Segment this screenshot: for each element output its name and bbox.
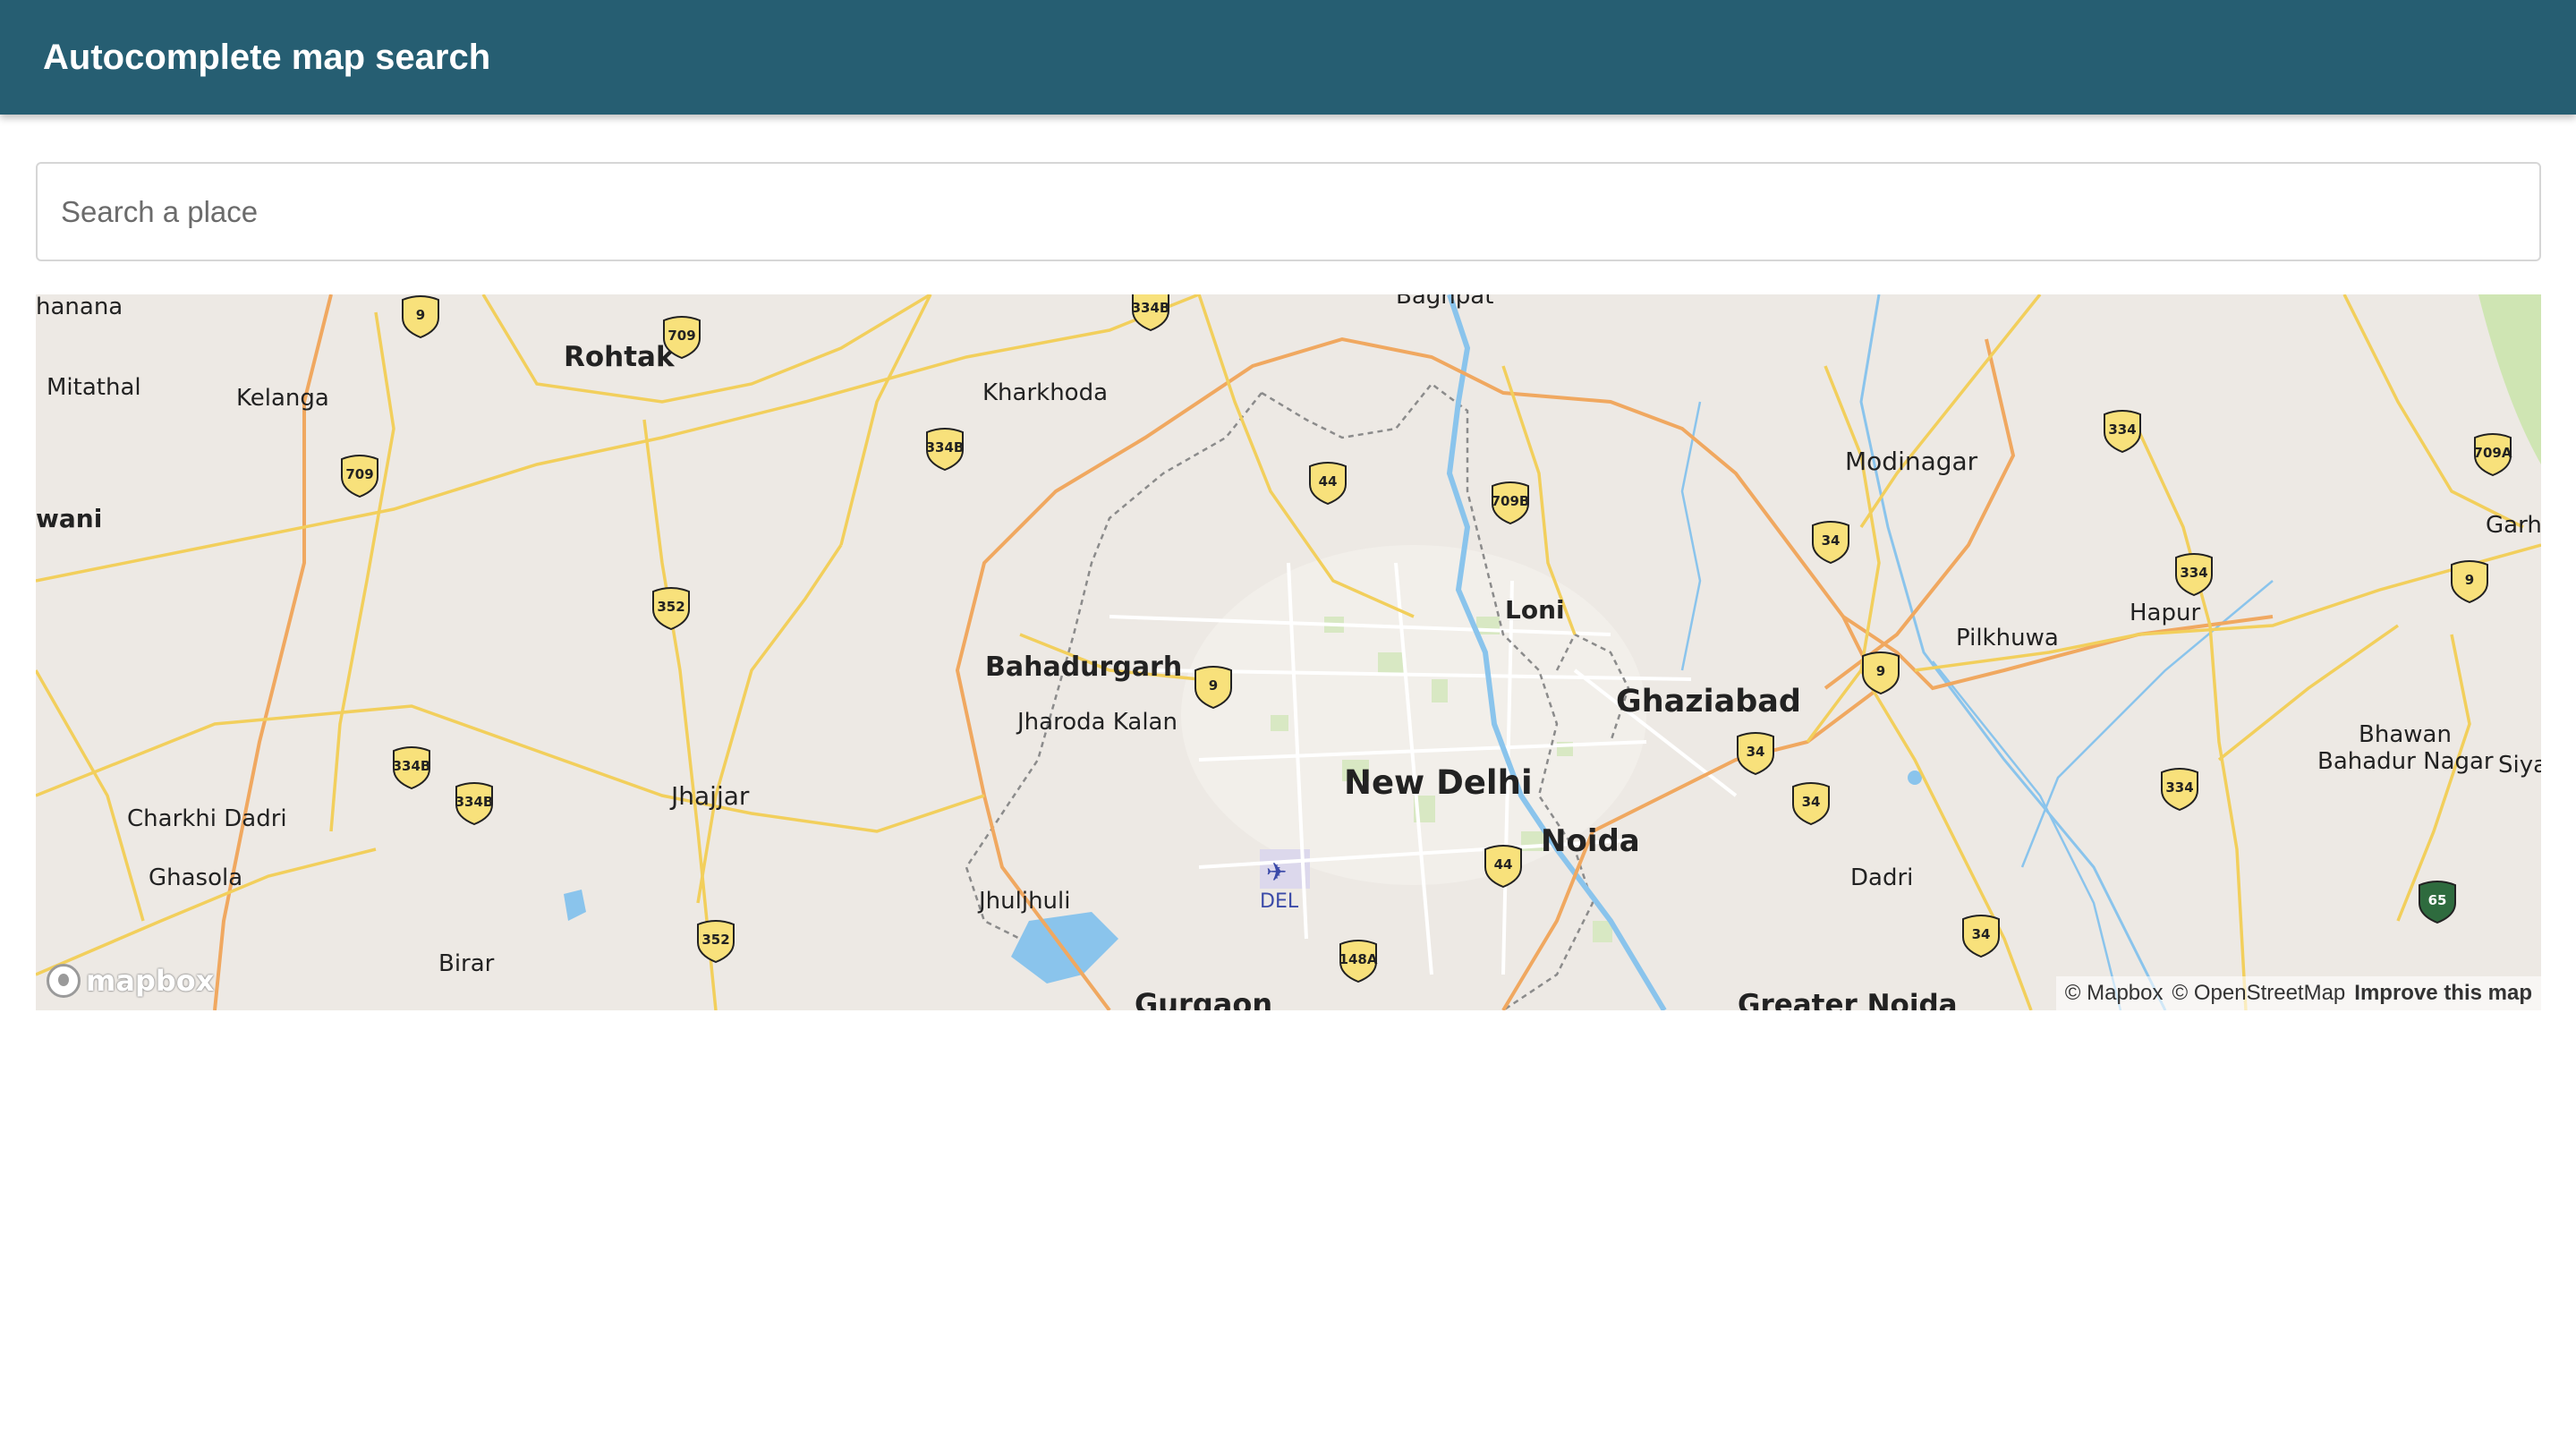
svg-text:148A: 148A bbox=[1339, 951, 1378, 967]
map-label-wani: wani bbox=[36, 504, 102, 533]
map-label-new-delhi: New Delhi bbox=[1344, 763, 1533, 802]
map-label-pilkhuwa: Pilkhuwa bbox=[1956, 625, 2059, 651]
map-label-bahadurgarh: Bahadurgarh bbox=[985, 651, 1182, 683]
svg-text:334B: 334B bbox=[455, 794, 494, 810]
map-label-ghasola: Ghasola bbox=[149, 864, 242, 891]
map-label-bahadur-nagar: Bahadur Nagar bbox=[2317, 748, 2494, 775]
map-label-rohtak: Rohtak bbox=[564, 341, 676, 373]
svg-text:334B: 334B bbox=[1132, 300, 1170, 316]
map-label-dadri: Dadri bbox=[1850, 864, 1913, 891]
map-label-charkhi-dadri: Charkhi Dadri bbox=[127, 805, 287, 832]
map-label-hapur: Hapur bbox=[2130, 600, 2200, 626]
attribution-osm-link[interactable]: © OpenStreetMap bbox=[2172, 981, 2346, 1006]
map-label-jharoda-kalan: Jharoda Kalan bbox=[1016, 709, 1177, 736]
map-label-gurgaon: Gurgaon bbox=[1135, 987, 1272, 1010]
svg-text:9: 9 bbox=[416, 307, 425, 323]
svg-text:34: 34 bbox=[1972, 926, 1991, 942]
svg-text:334: 334 bbox=[2180, 565, 2207, 581]
map-label-kelanga: Kelanga bbox=[236, 385, 329, 412]
search-container bbox=[36, 162, 2541, 261]
map-label-mitathal: Mitathal bbox=[47, 374, 141, 401]
svg-text:34: 34 bbox=[1747, 744, 1765, 760]
svg-text:9: 9 bbox=[1876, 663, 1885, 679]
svg-text:709A: 709A bbox=[2474, 445, 2512, 461]
map-attribution: © Mapbox © OpenStreetMap Improve this ma… bbox=[2055, 976, 2541, 1010]
svg-text:34: 34 bbox=[1802, 794, 1821, 810]
svg-text:34: 34 bbox=[1822, 532, 1841, 549]
svg-text:334B: 334B bbox=[393, 758, 431, 774]
airport-icon: ✈ bbox=[1266, 857, 1287, 887]
map-label-siya: Siya bbox=[2498, 752, 2541, 779]
map-label-loni: Loni bbox=[1505, 595, 1565, 625]
map-label-greater-noida: Greater Noida bbox=[1738, 989, 1958, 1010]
attribution-mapbox-link[interactable]: © Mapbox bbox=[2065, 981, 2164, 1006]
map-canvas[interactable]: hanana Mitathal Kelanga wani Rohtak Khar… bbox=[36, 294, 2541, 1010]
improve-map-link[interactable]: Improve this map bbox=[2354, 981, 2532, 1006]
svg-text:334B: 334B bbox=[926, 439, 965, 456]
svg-text:709: 709 bbox=[667, 328, 695, 344]
app-title: Autocomplete map search bbox=[43, 37, 491, 77]
svg-text:44: 44 bbox=[1494, 856, 1513, 873]
map-label-ghaziabad: Ghaziabad bbox=[1616, 684, 1801, 719]
svg-text:9: 9 bbox=[2465, 572, 2474, 588]
svg-text:334: 334 bbox=[2108, 421, 2136, 438]
search-input[interactable] bbox=[36, 162, 2541, 261]
map-label-jhuljhuli: Jhuljhuli bbox=[977, 888, 1070, 915]
svg-text:9: 9 bbox=[1209, 677, 1218, 694]
mapbox-logo[interactable]: mapbox bbox=[47, 964, 214, 998]
map-label-kharkhoda: Kharkhoda bbox=[982, 379, 1108, 406]
svg-text:334: 334 bbox=[2165, 779, 2193, 796]
map-label-jhajjar: Jhajjar bbox=[669, 781, 750, 811]
svg-text:65: 65 bbox=[2428, 892, 2447, 908]
mapbox-logo-icon bbox=[47, 964, 81, 998]
map-label-noida: Noida bbox=[1541, 823, 1640, 859]
map-label-garhm: Garhm bbox=[2486, 512, 2541, 539]
svg-text:709B: 709B bbox=[1492, 493, 1530, 509]
map-label-birar: Birar bbox=[438, 950, 495, 977]
mapbox-logo-text: mapbox bbox=[86, 964, 215, 998]
svg-text:352: 352 bbox=[701, 932, 729, 948]
map-label-bhawan: Bhawan bbox=[2359, 721, 2452, 748]
map[interactable]: hanana Mitathal Kelanga wani Rohtak Khar… bbox=[36, 294, 2541, 1010]
map-label-baghpat: Baghpat bbox=[1396, 294, 1493, 310]
svg-text:709: 709 bbox=[345, 466, 373, 482]
svg-text:352: 352 bbox=[657, 599, 684, 615]
map-label-modinagar: Modinagar bbox=[1845, 447, 1978, 476]
svg-text:44: 44 bbox=[1319, 473, 1338, 490]
map-label-hanana: hanana bbox=[36, 294, 123, 320]
app-bar: Autocomplete map search bbox=[0, 0, 2576, 115]
map-label-del: DEL bbox=[1260, 890, 1299, 913]
